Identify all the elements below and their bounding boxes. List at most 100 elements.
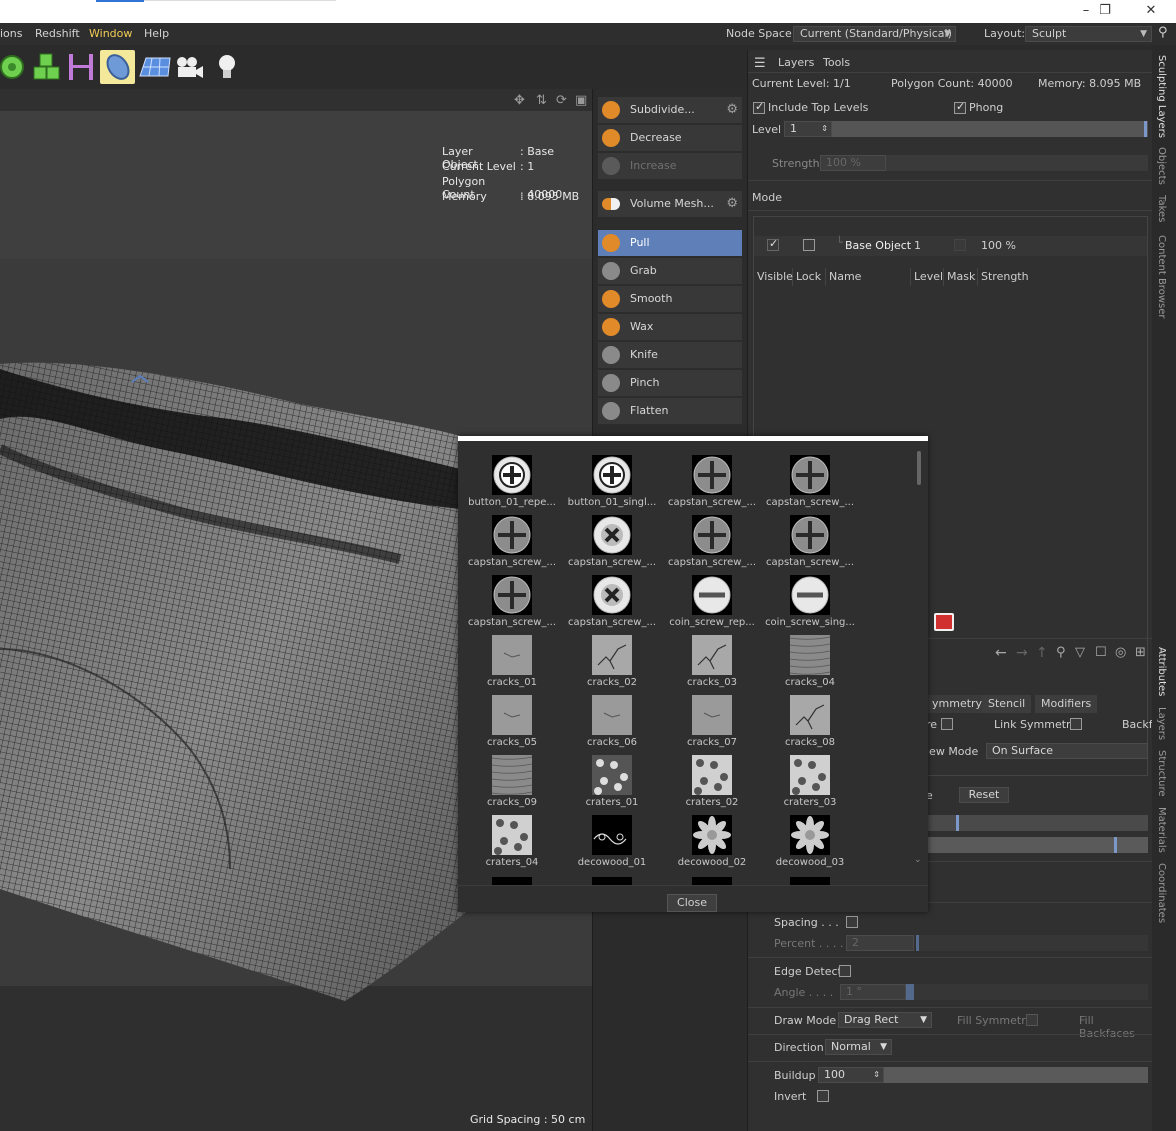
gear-icon[interactable]: ⚙ — [726, 191, 738, 217]
brush-item[interactable]: coin_screw_rep... — [664, 569, 760, 629]
tab-structure[interactable]: Structure — [1156, 750, 1167, 797]
gear-icon[interactable]: ⚙ — [726, 97, 738, 123]
brush-item[interactable]: decowood_02 — [664, 809, 760, 869]
strength-slider[interactable] — [886, 155, 1148, 171]
scrollbar-thumb[interactable] — [917, 451, 921, 485]
brush-item[interactable]: cracks_03 — [664, 629, 760, 689]
col-name[interactable]: Name — [826, 268, 911, 286]
hamburger-menu-icon[interactable]: ☰ — [754, 56, 766, 71]
col-level[interactable]: Level — [911, 268, 944, 286]
re-checkbox[interactable] — [941, 718, 953, 730]
col-visible[interactable]: Visible — [754, 268, 793, 286]
angle-slider-handle[interactable] — [906, 984, 914, 1000]
new-panel-icon[interactable]: ⊞ — [1135, 645, 1146, 660]
target-icon[interactable]: ◎ — [1115, 645, 1126, 660]
angle-field[interactable]: 1 ° — [840, 984, 906, 1000]
bake-icon[interactable] — [934, 613, 954, 631]
brush-item[interactable]: capstan_screw_... — [664, 509, 760, 569]
sculpt-brush-icon[interactable] — [100, 50, 135, 84]
brush-item[interactable]: decowood_01 — [564, 809, 660, 869]
spline-icon[interactable] — [64, 50, 98, 84]
brush-item[interactable]: capstan_screw_... — [464, 569, 560, 629]
close-window-icon[interactable]: ✕ — [1139, 2, 1163, 20]
brush-item[interactable]: craters_01 — [564, 749, 660, 809]
tool-knife[interactable]: Knife — [598, 342, 742, 368]
spacing-checkbox[interactable] — [846, 916, 858, 928]
strength-field[interactable]: 100 % — [820, 155, 886, 171]
scroll-down-icon[interactable]: ⌄ — [914, 855, 922, 865]
menu-item-redshift[interactable]: Redshift — [35, 27, 80, 40]
restore-icon[interactable]: ❐ — [1093, 2, 1117, 20]
brush-item[interactable]: cracks_02 — [564, 629, 660, 689]
brush-item[interactable]: capstan_screw_... — [564, 509, 660, 569]
subdivide-button[interactable]: Subdivide... ⚙ — [598, 97, 742, 123]
brush-item[interactable]: cracks_08 — [762, 689, 858, 749]
tab-stencil[interactable]: Stencil — [982, 695, 1032, 713]
brush-item[interactable]: cracks_06 — [564, 689, 660, 749]
level-slider-handle[interactable] — [1144, 121, 1147, 137]
brush-item[interactable]: button_01_singl... — [564, 449, 660, 509]
back-arrow-icon[interactable]: ← — [995, 645, 1007, 661]
stepper-icon[interactable]: ⇕ — [821, 122, 828, 136]
lock-checkbox[interactable] — [803, 239, 815, 251]
pressure-slider[interactable] — [926, 837, 1148, 853]
brush-thumbnail-partial[interactable] — [692, 877, 732, 885]
menu-item-options[interactable]: ions — [0, 27, 23, 40]
search-icon[interactable]: ⚲ — [1158, 25, 1168, 40]
tab-coordinates[interactable]: Coordinates — [1156, 863, 1167, 923]
buildup-slider[interactable] — [884, 1067, 1148, 1083]
tab-takes[interactable]: Takes — [1156, 195, 1167, 222]
col-strength[interactable]: Strength — [978, 268, 1147, 286]
visible-checkbox[interactable] — [767, 237, 779, 251]
angle-slider[interactable] — [906, 984, 1148, 1000]
forward-arrow-icon[interactable]: → — [1016, 645, 1028, 661]
tab-layers-side[interactable]: Layers — [1156, 707, 1167, 740]
node-space-dropdown[interactable]: Current (Standard/Physical) ▼ — [793, 26, 956, 42]
tab-layers[interactable]: Layers — [778, 56, 814, 69]
camera-icon[interactable] — [172, 50, 206, 84]
buildup-field[interactable]: 100 ⇕ — [818, 1067, 884, 1083]
brush-item[interactable]: cracks_05 — [464, 689, 560, 749]
percent-slider[interactable] — [916, 935, 1148, 951]
brush-item[interactable]: capstan_screw_... — [464, 509, 560, 569]
col-mask[interactable]: Mask — [944, 268, 978, 286]
brush-item[interactable]: cracks_01 — [464, 629, 560, 689]
tool-flatten[interactable]: Flatten — [598, 398, 742, 424]
volume-mesh-button[interactable]: Volume Mesh... ⚙ — [598, 191, 742, 217]
level-slider[interactable] — [832, 121, 1148, 137]
brush-item[interactable]: capstan_screw_... — [564, 569, 660, 629]
tool-pull[interactable]: Pull — [598, 230, 742, 256]
cube-cloner-icon[interactable] — [30, 50, 64, 84]
brush-item[interactable]: button_01_repe... — [464, 449, 560, 509]
filter-icon[interactable]: ▽ — [1075, 645, 1085, 660]
brush-item[interactable]: cracks_09 — [464, 749, 560, 809]
tool-pinch[interactable]: Pinch — [598, 370, 742, 396]
link-symmetry-checkbox[interactable] — [1070, 718, 1082, 730]
phong-checkbox[interactable] — [954, 100, 966, 114]
tab-symmetry[interactable]: ymmetry — [926, 695, 989, 713]
level-field[interactable]: 1 ⇕ — [784, 121, 832, 137]
close-button[interactable]: Close — [667, 894, 717, 912]
brush-item[interactable]: craters_02 — [664, 749, 760, 809]
tool-grab[interactable]: Grab — [598, 258, 742, 284]
percent-slider-handle[interactable] — [916, 935, 919, 951]
lock-icon[interactable]: ☐ — [1095, 645, 1107, 660]
up-arrow-icon[interactable]: ↑ — [1036, 645, 1048, 661]
brush-item[interactable]: craters_03 — [762, 749, 858, 809]
radius-slider-handle[interactable] — [956, 815, 959, 831]
tab-attributes[interactable]: Attributes — [1156, 647, 1167, 696]
brush-thumbnail-partial[interactable] — [492, 877, 532, 885]
tab-content-browser[interactable]: Content Browser — [1156, 235, 1167, 318]
col-lock[interactable]: Lock — [793, 268, 826, 286]
floor-icon[interactable] — [138, 50, 172, 84]
decrease-button[interactable]: Decrease — [598, 125, 742, 151]
tab-tools[interactable]: Tools — [823, 56, 850, 69]
brush-thumbnail-partial[interactable] — [790, 877, 830, 885]
light-icon[interactable] — [210, 50, 244, 84]
sphere-deformer-icon[interactable] — [0, 50, 34, 84]
radius-slider[interactable] — [926, 815, 1148, 831]
menu-item-help[interactable]: Help — [144, 27, 169, 40]
tab-modifiers[interactable]: Modifiers — [1035, 695, 1098, 713]
brush-item[interactable]: capstan_screw_... — [762, 509, 858, 569]
direction-dropdown[interactable]: Normal ▼ — [825, 1039, 892, 1055]
